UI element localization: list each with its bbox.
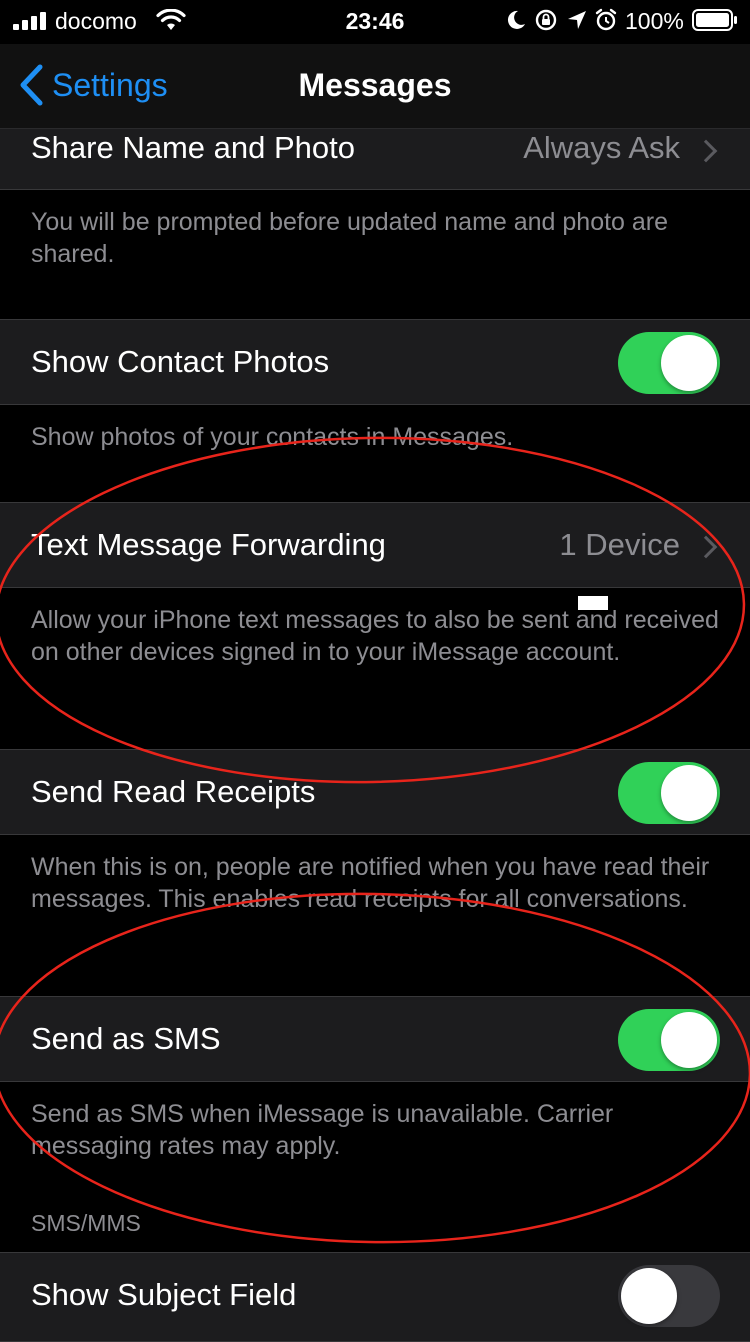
toggle-knob — [661, 335, 717, 391]
send-as-sms-footer: Send as SMS when iMessage is unavailable… — [31, 1100, 614, 1160]
location-icon — [568, 11, 586, 29]
chevron-right-icon — [694, 139, 718, 163]
send-as-sms-toggle[interactable] — [618, 1009, 720, 1071]
send-read-receipts-row: Send Read Receipts — [0, 749, 750, 835]
send-read-receipts-footer: When this is on, people are notified whe… — [31, 853, 710, 913]
sms-mms-section-header: SMS/MMS — [31, 1210, 141, 1236]
battery-percent: 100% — [625, 8, 684, 34]
show-subject-field-label: Show Subject Field — [31, 1277, 297, 1312]
send-as-sms-label: Send as SMS — [31, 1021, 221, 1056]
nav-title: Messages — [298, 67, 452, 103]
send-read-receipts-label: Send Read Receipts — [31, 774, 316, 809]
share-name-photo-footer: You will be prompted before updated name… — [31, 208, 669, 268]
redaction-mark — [578, 596, 608, 610]
show-subject-field-toggle[interactable] — [618, 1265, 720, 1327]
rotation-lock-icon — [535, 9, 557, 31]
show-subject-field-row: Show Subject Field — [0, 1252, 750, 1342]
alarm-icon — [595, 8, 617, 31]
toggle-knob — [621, 1268, 677, 1324]
show-contact-photos-footer: Show photos of your contacts in Messages… — [31, 423, 514, 451]
text-message-forwarding-value: 1 Device — [559, 527, 680, 562]
toggle-knob — [661, 765, 717, 821]
show-contact-photos-toggle[interactable] — [618, 332, 720, 394]
battery-icon — [692, 9, 737, 31]
show-contact-photos-label: Show Contact Photos — [31, 344, 330, 379]
text-message-forwarding-row[interactable]: Text Message Forwarding 1 Device — [0, 502, 750, 588]
text-message-forwarding-label: Text Message Forwarding — [31, 527, 386, 562]
show-contact-photos-row: Show Contact Photos — [0, 319, 750, 405]
moon-icon — [507, 10, 525, 29]
text-message-forwarding-footer: Allow your iPhone text messages to also … — [31, 606, 719, 666]
send-read-receipts-toggle[interactable] — [618, 762, 720, 824]
status-bar: docomo 23:46 100% — [0, 0, 750, 44]
toggle-knob — [661, 1012, 717, 1068]
chevron-right-icon — [694, 535, 718, 559]
send-as-sms-row: Send as SMS — [0, 996, 750, 1082]
